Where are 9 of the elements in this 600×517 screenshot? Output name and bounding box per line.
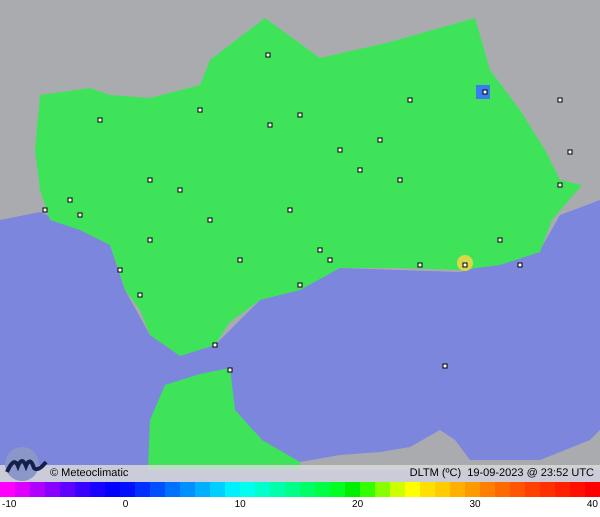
scale-label: 20 (352, 499, 364, 510)
scale-label: 0 (122, 499, 128, 510)
credit-text: © Meteoclimatic (50, 467, 128, 479)
scale-label: 30 (469, 499, 481, 510)
scale-label: -10 (2, 499, 16, 510)
scale-label: 10 (234, 499, 246, 510)
logo-icon (4, 446, 48, 482)
map-caption: DLTM (ºC) 19-09-2023 @ 23:52 UTC (410, 467, 594, 479)
scale-label: 40 (586, 499, 598, 510)
